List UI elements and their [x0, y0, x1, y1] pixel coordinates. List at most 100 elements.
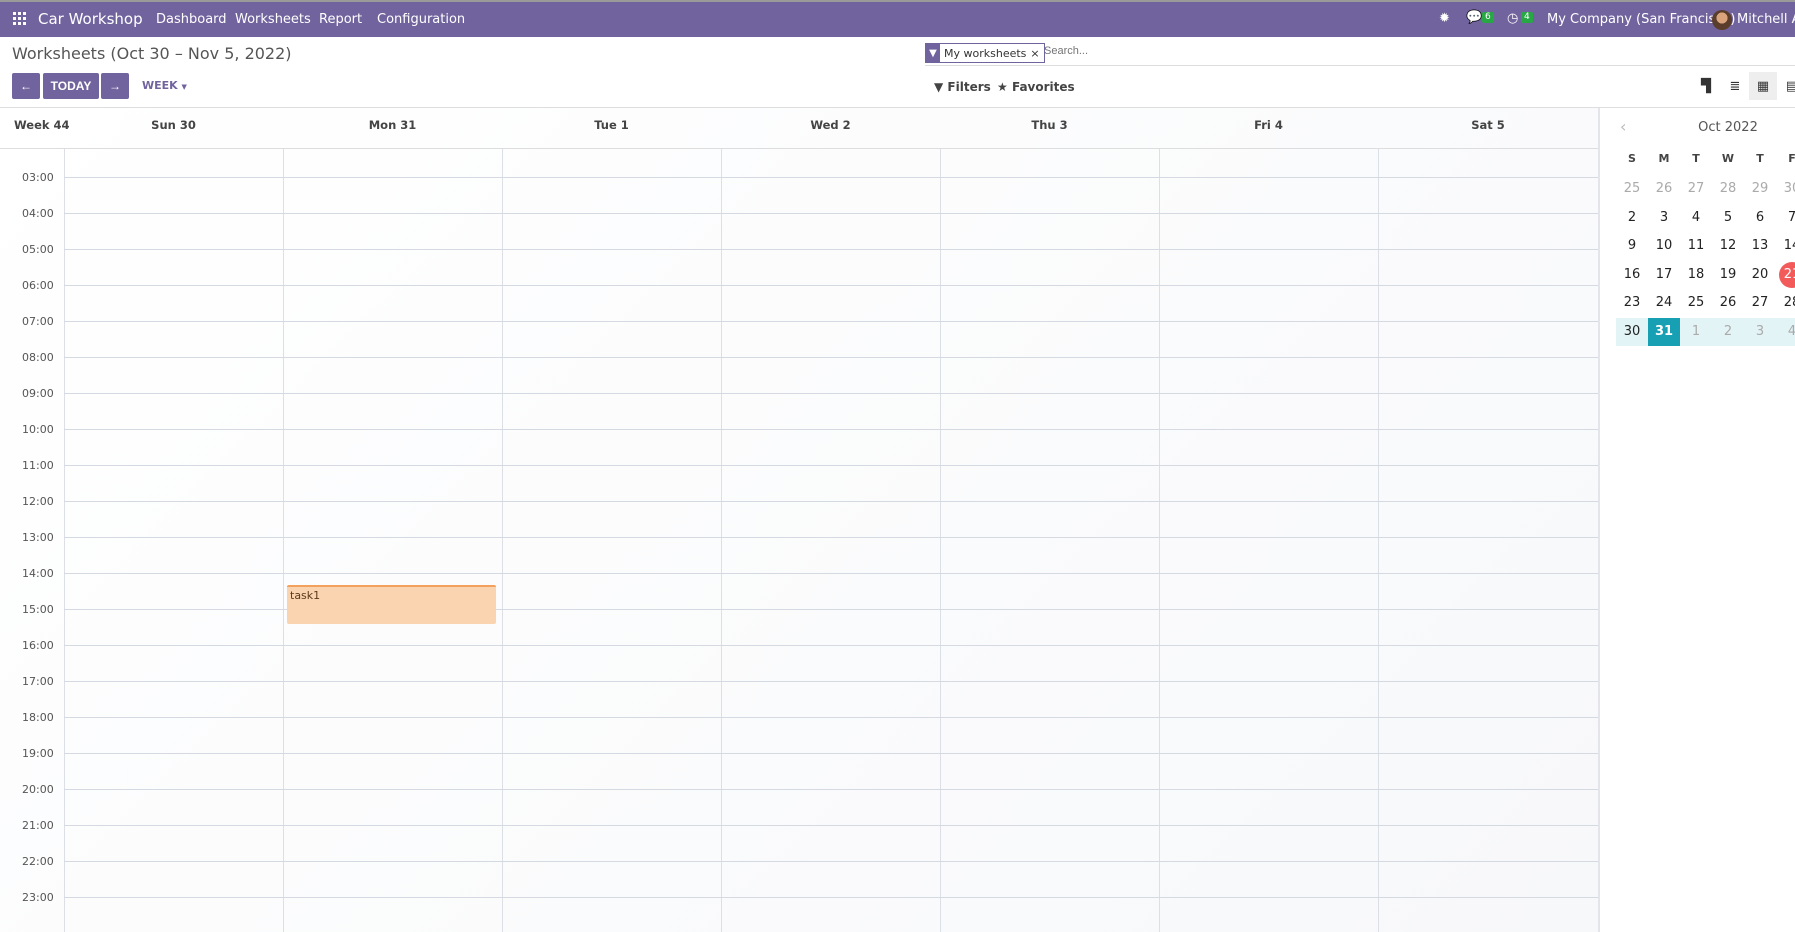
menu-report[interactable]: Report — [319, 12, 362, 27]
hour-label: 12:00 — [22, 495, 54, 508]
facet-label: My worksheets — [944, 46, 1027, 60]
weekday-label: M — [1658, 152, 1670, 165]
hour-label: 15:00 — [22, 603, 54, 616]
mini-calendar-day[interactable]: 1 — [1680, 318, 1712, 346]
hour-line — [64, 393, 1598, 394]
mini-calendar-day[interactable]: 26 — [1648, 175, 1680, 203]
day-header: Fri 4 — [1254, 118, 1283, 132]
remove-facet-icon[interactable]: × — [1030, 47, 1043, 60]
scale-dropdown[interactable]: WEEK ▼ — [142, 79, 187, 92]
calendar-view-icon[interactable]: ▦ — [1749, 72, 1777, 100]
menu-configuration[interactable]: Configuration — [377, 12, 465, 27]
mini-calendar-day[interactable]: 26 — [1712, 289, 1744, 317]
mini-calendar-day[interactable]: 21 — [1779, 261, 1795, 288]
mini-calendar-day[interactable]: 7 — [1776, 204, 1795, 232]
mini-calendar-day[interactable]: 4 — [1776, 318, 1795, 346]
company-switcher[interactable]: My Company (San Francisco) — [1547, 12, 1735, 27]
list-view-icon[interactable]: ≣ — [1721, 72, 1749, 100]
mini-calendar-day[interactable]: 31 — [1648, 317, 1680, 346]
header-divider — [0, 148, 1598, 149]
app-brand[interactable]: Car Workshop — [38, 10, 143, 28]
scale-label: WEEK — [142, 79, 178, 92]
pivot-view-icon[interactable]: ▤ — [1778, 72, 1795, 100]
mini-calendar-day[interactable]: 10 — [1648, 232, 1680, 260]
hour-line — [64, 249, 1598, 250]
kanban-view-icon[interactable]: ▜ — [1692, 72, 1720, 100]
hour-label: 21:00 — [22, 819, 54, 832]
hour-line — [64, 537, 1598, 538]
activities-clock-icon[interactable]: ◷ — [1507, 11, 1518, 26]
mini-calendar-day[interactable]: 4 — [1680, 204, 1712, 232]
mini-calendar-day[interactable]: 23 — [1616, 289, 1648, 317]
day-header: Wed 2 — [810, 118, 851, 132]
mini-calendar-day[interactable]: 27 — [1744, 289, 1776, 317]
mini-calendar-day[interactable]: 2 — [1712, 318, 1744, 346]
hour-label: 16:00 — [22, 639, 54, 652]
mini-calendar-day[interactable]: 29 — [1744, 175, 1776, 203]
mini-calendar-day[interactable]: 30 — [1776, 175, 1795, 203]
mini-calendar-day[interactable]: 18 — [1680, 261, 1712, 289]
mini-calendar-day[interactable]: 17 — [1648, 261, 1680, 289]
hour-label: 23:00 — [22, 891, 54, 904]
mini-calendar-day[interactable]: 9 — [1616, 232, 1648, 260]
mini-calendar-day[interactable]: 19 — [1712, 261, 1744, 289]
mini-calendar-day[interactable]: 27 — [1680, 175, 1712, 203]
previous-button[interactable]: ← — [12, 73, 40, 99]
messages-icon[interactable]: 💬 — [1466, 10, 1482, 25]
mini-calendar-title: Oct 2022 — [1698, 120, 1758, 135]
debug-bug-icon[interactable]: ✹ — [1439, 11, 1450, 26]
mini-calendar-day[interactable]: 16 — [1616, 261, 1648, 289]
mini-calendar-day[interactable]: 25 — [1616, 175, 1648, 203]
mini-calendar-day[interactable]: 14 — [1776, 232, 1795, 260]
user-avatar[interactable] — [1712, 10, 1732, 30]
mini-calendar-day[interactable]: 28 — [1712, 175, 1744, 203]
mini-calendar-day[interactable]: 25 — [1680, 289, 1712, 317]
mini-calendar-day[interactable]: 3 — [1744, 318, 1776, 346]
hour-label: 10:00 — [22, 423, 54, 436]
mini-calendar-day[interactable]: 3 — [1648, 204, 1680, 232]
hour-line — [64, 177, 1598, 178]
menu-worksheets[interactable]: Worksheets — [235, 12, 311, 27]
mini-calendar-day[interactable]: 5 — [1712, 204, 1744, 232]
mini-calendar-day[interactable]: 12 — [1712, 232, 1744, 260]
mini-calendar-day[interactable]: 13 — [1744, 232, 1776, 260]
hour-line — [64, 717, 1598, 718]
hour-label: 04:00 — [22, 207, 54, 220]
column-divider — [502, 149, 503, 932]
day-header: Thu 3 — [1031, 118, 1068, 132]
hour-line — [64, 285, 1598, 286]
messages-badge: 6 — [1482, 12, 1494, 23]
filters-button[interactable]: ▼ Filters — [934, 80, 991, 94]
mini-calendar-sidebar: ‹ Oct 2022 SMTWTF25262728293023456791011… — [1598, 108, 1795, 932]
activities-badge: 4 — [1521, 12, 1533, 23]
user-menu[interactable]: Mitchell Ad — [1737, 12, 1795, 27]
search-facet: ▼ My worksheets × — [925, 43, 1045, 63]
weekday-label: F — [1788, 152, 1795, 165]
mini-calendar-day[interactable]: 6 — [1744, 204, 1776, 232]
apps-menu-icon[interactable] — [13, 12, 26, 25]
menu-dashboard[interactable]: Dashboard — [156, 12, 227, 27]
hour-line — [64, 861, 1598, 862]
weekday-label: W — [1721, 152, 1735, 165]
column-divider — [1159, 149, 1160, 932]
caret-down-icon: ▼ — [181, 83, 187, 91]
previous-month-icon[interactable]: ‹ — [1620, 117, 1626, 136]
column-divider — [721, 149, 722, 932]
filters-label: Filters — [947, 80, 991, 94]
day-header: Sun 30 — [151, 118, 196, 132]
today-button[interactable]: TODAY — [43, 73, 99, 99]
day-header: Tue 1 — [594, 118, 629, 132]
mini-calendar-day[interactable]: 28 — [1776, 289, 1795, 317]
mini-calendar-day[interactable]: 20 — [1744, 261, 1776, 289]
week-number: Week 44 — [14, 118, 70, 132]
calendar-event[interactable]: task1 — [287, 585, 496, 624]
mini-calendar-day[interactable]: 2 — [1616, 204, 1648, 232]
next-button[interactable]: → — [101, 73, 129, 99]
favorites-button[interactable]: ★ Favorites — [997, 80, 1075, 94]
mini-calendar-day[interactable]: 11 — [1680, 232, 1712, 260]
hour-line — [64, 897, 1598, 898]
mini-calendar-day[interactable]: 30 — [1616, 318, 1648, 346]
hour-label: 13:00 — [22, 531, 54, 544]
search-input[interactable] — [1044, 45, 1744, 57]
mini-calendar-day[interactable]: 24 — [1648, 289, 1680, 317]
